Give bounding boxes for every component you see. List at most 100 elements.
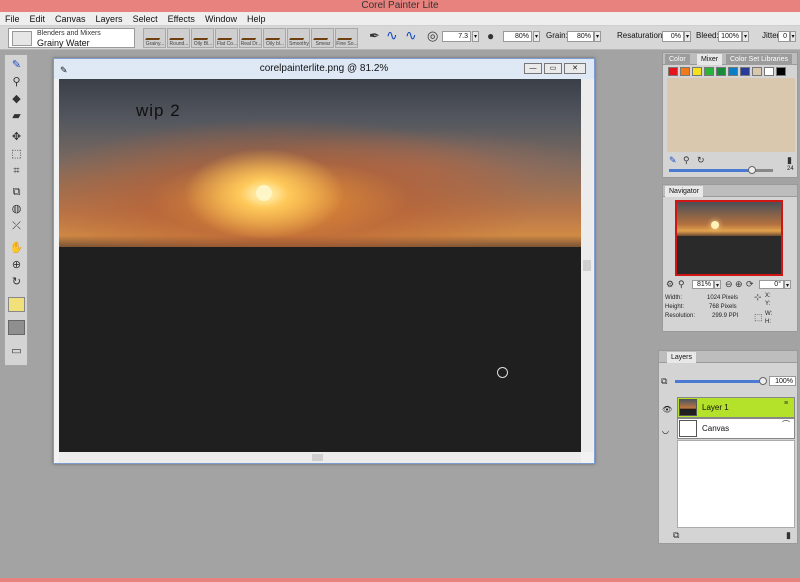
close-button[interactable]: ✕: [564, 63, 586, 74]
mixer-swatch-orange[interactable]: [680, 67, 690, 76]
brush-variant-2[interactable]: Round...: [167, 28, 190, 48]
bleed-field[interactable]: 100%: [718, 31, 742, 42]
eraser-tool-icon[interactable]: ▰: [8, 109, 25, 124]
brush-selector[interactable]: Blenders and Mixers Grainy Water: [8, 28, 135, 48]
horizontal-scroll-thumb[interactable]: [312, 454, 323, 461]
tab-mixer[interactable]: Mixer: [697, 54, 723, 65]
mixer-stir-icon[interactable]: ↻: [697, 155, 705, 165]
menu-help[interactable]: Help: [242, 12, 271, 26]
brush-variant-5[interactable]: Real Dr...: [239, 28, 262, 48]
opacity-field[interactable]: 80%: [503, 31, 532, 42]
crop-tool-icon[interactable]: ⌗: [8, 164, 25, 179]
vertical-scroll-thumb[interactable]: [583, 260, 591, 271]
mixer-swatch-black[interactable]: [776, 67, 786, 76]
menu-file[interactable]: File: [0, 12, 25, 26]
horizontal-scrollbar[interactable]: [59, 452, 581, 463]
grain-field[interactable]: 80%: [567, 31, 594, 42]
nav-settings-icon[interactable]: ⚙: [666, 279, 674, 289]
transform-tool-icon[interactable]: ⧉: [8, 185, 25, 200]
mixer-brush-icon[interactable]: ✎: [669, 155, 677, 165]
layer-opacity-slider[interactable]: [675, 377, 767, 385]
dropper-tool-icon[interactable]: ⚲: [8, 75, 25, 90]
mixer-swatch-navy[interactable]: [740, 67, 750, 76]
mixer-swatch-red[interactable]: [668, 67, 678, 76]
menu-select[interactable]: Select: [128, 12, 163, 26]
layer-row-layer-1[interactable]: Layer 1 ≡: [677, 397, 795, 418]
screen-mode-icon[interactable]: ▭: [8, 344, 25, 359]
menu-canvas[interactable]: Canvas: [50, 12, 91, 26]
layer-row-canvas[interactable]: Canvas ⌒: [677, 418, 795, 439]
dab-type-icon[interactable]: ∿: [386, 28, 398, 42]
brush-variant-4[interactable]: Flat Co...: [215, 28, 238, 48]
mixer-swatch-white[interactable]: [764, 67, 774, 76]
document-title-bar[interactable]: ✎ corelpainterlite.png @ 81.2% — ▭ ✕: [54, 59, 594, 79]
delete-layer-icon[interactable]: ▮: [786, 530, 791, 540]
lasso-tool-icon[interactable]: ◍: [8, 202, 25, 217]
paper-swatch[interactable]: [8, 320, 25, 335]
grain-dropdown[interactable]: ▾: [594, 31, 601, 42]
brush-variant-9[interactable]: Fine So...: [335, 28, 358, 48]
brush-variant-3[interactable]: Oily Bl...: [191, 28, 214, 48]
nav-rotation-field[interactable]: 0°: [759, 280, 784, 289]
resaturation-field[interactable]: 0%: [662, 31, 684, 42]
jitter-field[interactable]: 0: [778, 31, 790, 42]
menu-edit[interactable]: Edit: [25, 12, 51, 26]
layer-opacity-field[interactable]: 100%: [769, 376, 796, 386]
tab-color[interactable]: Color: [665, 54, 690, 65]
brush-tool-icon[interactable]: ✎: [8, 58, 25, 73]
tab-navigator[interactable]: Navigator: [665, 186, 703, 197]
magnifier-tool-icon[interactable]: ⊕: [8, 258, 25, 273]
tab-layers[interactable]: Layers: [667, 352, 697, 363]
magic-wand-icon[interactable]: ⤫: [8, 219, 25, 234]
mixer-swatch-green[interactable]: [704, 67, 714, 76]
brush-variant-1[interactable]: Grainy...: [143, 28, 166, 48]
menu-layers[interactable]: Layers: [91, 12, 128, 26]
jitter-dropdown[interactable]: ▾: [790, 31, 796, 42]
vertical-scrollbar[interactable]: [581, 79, 593, 452]
opacity-dropdown[interactable]: ▾: [533, 31, 540, 42]
brush-variant-7[interactable]: Smoothy: [287, 28, 310, 48]
layer-adjuster-icon[interactable]: ✥: [8, 130, 25, 145]
minimize-button[interactable]: —: [524, 63, 542, 74]
grabber-tool-icon[interactable]: ✋: [8, 241, 25, 256]
nav-rotate-icon[interactable]: ⟳: [746, 279, 754, 289]
layer-opacity-knob[interactable]: [759, 377, 767, 385]
mixer-trash-icon[interactable]: ▮: [787, 155, 792, 165]
painting-canvas[interactable]: wip 2: [59, 79, 581, 452]
mixer-swatch-tan[interactable]: [752, 67, 762, 76]
tab-color-set-libraries[interactable]: Color Set Libraries: [726, 54, 792, 65]
resaturation-dropdown[interactable]: ▾: [684, 31, 691, 42]
menu-effects[interactable]: Effects: [163, 12, 200, 26]
nav-zoom-field[interactable]: 81%: [692, 280, 714, 289]
nav-zoom-dropdown[interactable]: ▾: [714, 280, 721, 289]
nav-zoom-icon[interactable]: ⚲: [678, 279, 685, 289]
brush-variant-6[interactable]: Oily bl...: [263, 28, 286, 48]
size-dropdown[interactable]: ▾: [472, 31, 479, 42]
mixer-swatch-yellow[interactable]: [692, 67, 702, 76]
menu-window[interactable]: Window: [200, 12, 242, 26]
paint-bucket-icon[interactable]: ◆: [8, 92, 25, 107]
nav-rotation-dropdown[interactable]: ▾: [784, 280, 791, 289]
nav-zoom-out-icon[interactable]: ⊖: [725, 279, 733, 289]
maximize-button[interactable]: ▭: [544, 63, 562, 74]
brush-variant-8[interactable]: Smear: [311, 28, 334, 48]
rect-select-icon[interactable]: ⬚: [8, 147, 25, 162]
nav-zoom-in-icon[interactable]: ⊕: [735, 279, 743, 289]
mixer-swatch-blue[interactable]: [728, 67, 738, 76]
bleed-dropdown[interactable]: ▾: [742, 31, 749, 42]
mixer-pad[interactable]: [667, 78, 795, 152]
mixer-size-slider[interactable]: [669, 166, 773, 174]
layer-visibility-eye-icon[interactable]: 👁: [662, 405, 672, 414]
mixer-dropper-icon[interactable]: ⚲: [683, 155, 690, 165]
composite-method-icon[interactable]: ⧉: [661, 376, 667, 386]
rotate-page-icon[interactable]: ↻: [8, 275, 25, 290]
main-color-swatch[interactable]: [8, 297, 25, 312]
mixer-swatch-dark-green[interactable]: [716, 67, 726, 76]
stroke-type-icon[interactable]: ∿: [405, 28, 417, 42]
size-field[interactable]: 7.3: [442, 31, 471, 42]
layer-commands-icon[interactable]: ⧉: [673, 530, 679, 540]
canvas-visibility-eye-icon[interactable]: ◡: [662, 426, 669, 435]
mixer-slider-knob[interactable]: [748, 166, 757, 174]
navigator-preview[interactable]: [675, 200, 783, 276]
stroke-icon[interactable]: ✒: [369, 29, 380, 42]
